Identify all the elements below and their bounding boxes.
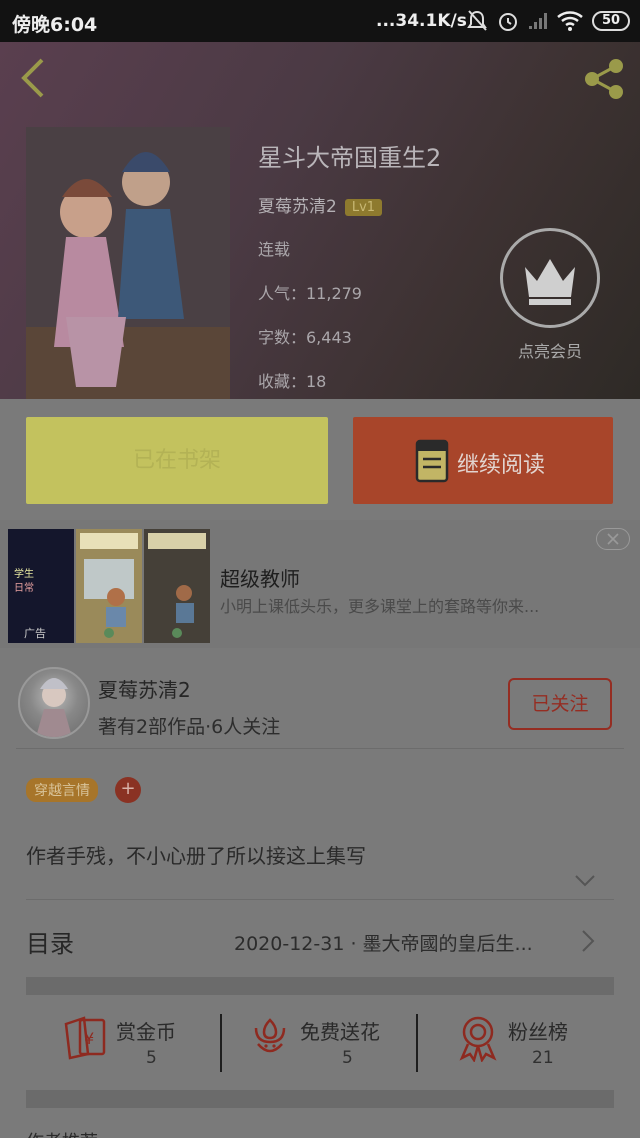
ad-thumbnail-3 [144,529,210,643]
fan-ranking-stat[interactable]: 粉丝榜 21 [456,1014,568,1068]
stat-label: 免费送花 [300,1020,380,1044]
book-header: 星斗大帝国重生2 夏莓苏清2 Lv1 连载 人气：11,279 字数：6,443 … [0,42,640,399]
ad-title[interactable]: 超级教师 [220,563,300,592]
follow-button[interactable]: 已关注 [508,678,612,730]
on-shelf-button[interactable]: 已在书架 [26,417,328,504]
ad-thumbnail-2 [76,529,142,643]
back-arrow-icon[interactable] [18,56,48,100]
book-synopsis: 作者手残，不小心册了所以接这上集写 [26,844,366,868]
network-speed: ...34.1K/s [376,11,467,31]
battery-indicator: 50 [592,11,630,31]
svg-text:学生: 学生 [14,567,34,580]
author-avatar[interactable] [18,667,90,739]
crown-icon [525,259,575,305]
free-flowers-stat[interactable]: 免费送花 5 [250,1014,380,1068]
divider [16,748,624,749]
ad-description[interactable]: 小明上课低头乐，更多课堂上的套路等你来... [220,593,539,617]
genre-tag[interactable]: 穿越言情 [26,778,98,802]
reward-coins-stat[interactable]: ¥ 赏金币 5 [62,1014,176,1068]
wifi-icon [557,11,583,31]
serial-status: 连载 [258,240,291,259]
book-author[interactable]: 夏莓苏清2 Lv1 [258,192,383,217]
favorites-stat: 收藏：18 [258,372,327,391]
close-icon [607,533,619,545]
author-card-name[interactable]: 夏莓苏清2 [98,674,191,703]
toc-label[interactable]: 目录 [26,924,74,959]
mute-bell-icon [467,10,487,31]
section-gap [26,1090,614,1108]
svg-text:日常: 日常 [14,581,34,594]
signal-icon [529,13,547,29]
stat-label: 赏金币 [116,1020,176,1044]
chevron-down-icon[interactable] [574,874,596,888]
share-icon[interactable] [580,54,630,104]
word-count-stat: 字数：6,443 [258,328,352,347]
stat-value: 21 [532,1048,554,1068]
status-time: 傍晚6:04 [12,14,98,36]
flower-icon [254,1018,286,1053]
book-cover-image[interactable] [26,127,230,399]
divider [26,899,614,900]
add-tag-button[interactable]: + [115,777,141,803]
author-name[interactable]: 夏莓苏清2 [258,197,337,217]
ad-thumbnail-1: 学生 日常 广告 [8,529,74,643]
latest-chapter[interactable]: 2020-12-31 · 墨大帝國的皇后生... [234,929,533,956]
status-bar: 傍晚6:04 ...34.1K/s 50 [0,0,640,42]
vip-label: 点亮会员 [517,342,582,361]
stat-value: 5 [146,1048,157,1068]
stat-value: 5 [342,1048,353,1068]
alarm-icon [499,13,517,31]
svg-text:¥: ¥ [84,1029,94,1048]
continue-reading-button[interactable]: 继续阅读 [353,417,613,504]
continue-reading-label: 继续阅读 [457,453,546,478]
red-envelope-icon: ¥ [64,1016,106,1060]
medal-icon [459,1016,497,1063]
vip-button[interactable] [500,228,600,328]
next-section-title: 作者推荐 [26,1128,98,1138]
level-badge: Lv1 [344,199,383,216]
book-icon [415,439,449,483]
ad-banner[interactable]: 学生 日常 广告 [0,520,640,648]
chevron-right-icon[interactable] [580,929,596,953]
section-gap [26,977,614,995]
author-card-summary: 著有2部作品·6人关注 [98,716,281,738]
book-title: 星斗大帝国重生2 [258,144,442,172]
popularity-stat: 人气：11,279 [258,284,362,303]
stat-separator [416,1014,418,1072]
ad-badge: 广告 [24,627,46,640]
stat-label: 粉丝榜 [508,1020,568,1044]
stat-separator [220,1014,222,1072]
ad-close-button[interactable] [596,528,630,550]
